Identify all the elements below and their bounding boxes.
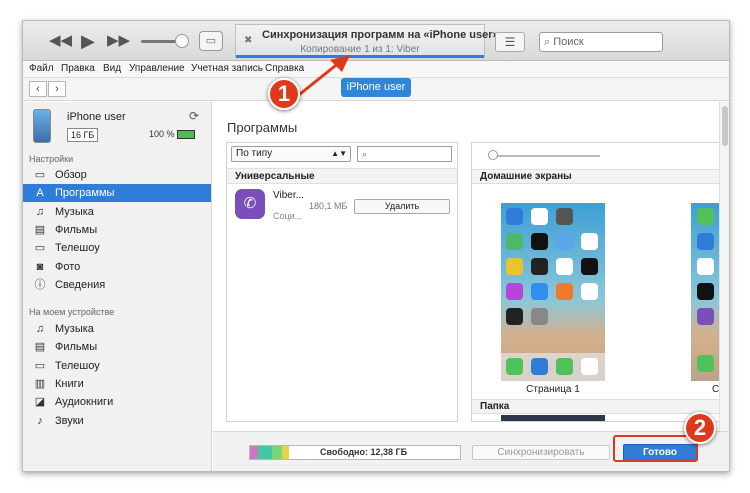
screenshot-frame: ◀◀ ▶ ▶▶ ▭ ✖ Синхронизация программ на «i… — [0, 0, 750, 493]
step-marker-2: 2 — [684, 412, 716, 444]
arrow-line — [298, 60, 342, 96]
step-marker-1: 1 — [268, 78, 300, 110]
done-highlight — [613, 435, 698, 462]
annotation-arrow — [298, 55, 350, 96]
